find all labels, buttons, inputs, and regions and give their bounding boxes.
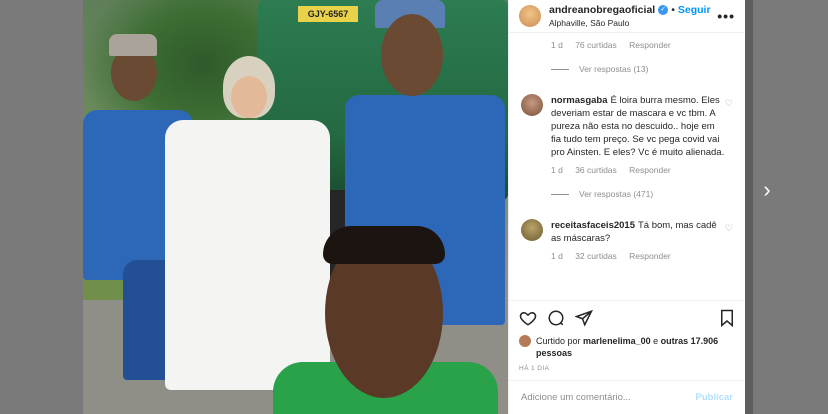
more-options-icon[interactable]: ••• [717,8,735,24]
header-separator: • [671,4,675,16]
comment-likes[interactable]: 76 curtidas [575,40,617,50]
like-comment-heart-icon[interactable]: ♡ [725,223,733,234]
comment-likes[interactable]: 32 curtidas [575,251,617,261]
publish-button[interactable]: Publicar [696,392,734,403]
comment-bubble-icon[interactable] [547,309,565,327]
commenter-avatar[interactable] [521,219,543,241]
verified-badge-icon: ✓ [658,5,669,15]
comment-meta: 1 d 76 curtidas Responder [551,40,733,50]
post-location[interactable]: Alphaville, São Paulo [549,18,717,28]
author-avatar[interactable] [519,5,541,27]
comment-meta: 1 d 36 curtidas Responder [551,165,733,175]
next-post-preview [745,0,753,414]
reply-button[interactable]: Responder [629,251,671,261]
post-time[interactable]: HÁ 1 DIA [519,365,735,372]
liked-by-connector: e [653,336,659,346]
share-paper-plane-icon[interactable] [575,309,593,327]
comment-age: 1 d [551,40,563,50]
like-heart-icon[interactable] [519,309,537,327]
next-post-arrow-icon[interactable]: › [757,178,777,202]
liked-by-prefix: Curtido por [536,336,581,346]
view-replies-button[interactable]: Ver respostas (471) [551,189,733,199]
view-replies-label: Ver respostas (471) [579,189,654,199]
like-comment-heart-icon[interactable]: ♡ [725,98,733,109]
reply-button[interactable]: Responder [629,40,671,50]
comment-age: 1 d [551,251,563,261]
add-comment-input[interactable] [521,392,696,403]
liked-by: Curtido por marlenelima_00 e outras 17.9… [519,335,735,359]
follow-button[interactable]: Seguir [678,4,711,16]
view-replies-button[interactable]: Ver respostas (13) [551,64,733,74]
comment-meta: 1 d 32 curtidas Responder [551,251,733,261]
comments-list: 1 d 76 curtidas Responder Ver respostas … [509,34,745,296]
view-replies-label: Ver respostas (13) [579,64,649,74]
comment-username[interactable]: receitasfaceis2015 [551,220,635,231]
comment-age: 1 d [551,165,563,175]
comment-item: receitasfaceis2015 Tá bom, mas cadê as má… [521,219,733,245]
comment-username[interactable]: normasgaba [551,95,608,106]
liker-avatar[interactable] [519,335,531,347]
comment-item: normasgaba É loira burra mesmo. Eles deve… [521,94,733,159]
add-comment-bar: Publicar [509,380,745,414]
post-side-panel: andreanobregaoficial ✓ • Seguir Alphavil… [508,0,745,414]
bookmark-icon[interactable] [719,309,735,327]
post-modal: GJY-6567 andreanobregaoficial ✓ • Seguir… [83,0,745,414]
post-actions: Curtido por marlenelima_00 e outras 17.9… [509,300,745,372]
truck-plate: GJY-6567 [298,6,358,22]
comment-likes[interactable]: 36 curtidas [575,165,617,175]
post-photo[interactable]: GJY-6567 [83,0,508,414]
commenter-avatar[interactable] [521,94,543,116]
author-username[interactable]: andreanobregaoficial [549,4,655,16]
reply-button[interactable]: Responder [629,165,671,175]
liked-by-user[interactable]: marlenelima_00 [583,336,651,346]
post-header: andreanobregaoficial ✓ • Seguir Alphavil… [509,0,745,33]
